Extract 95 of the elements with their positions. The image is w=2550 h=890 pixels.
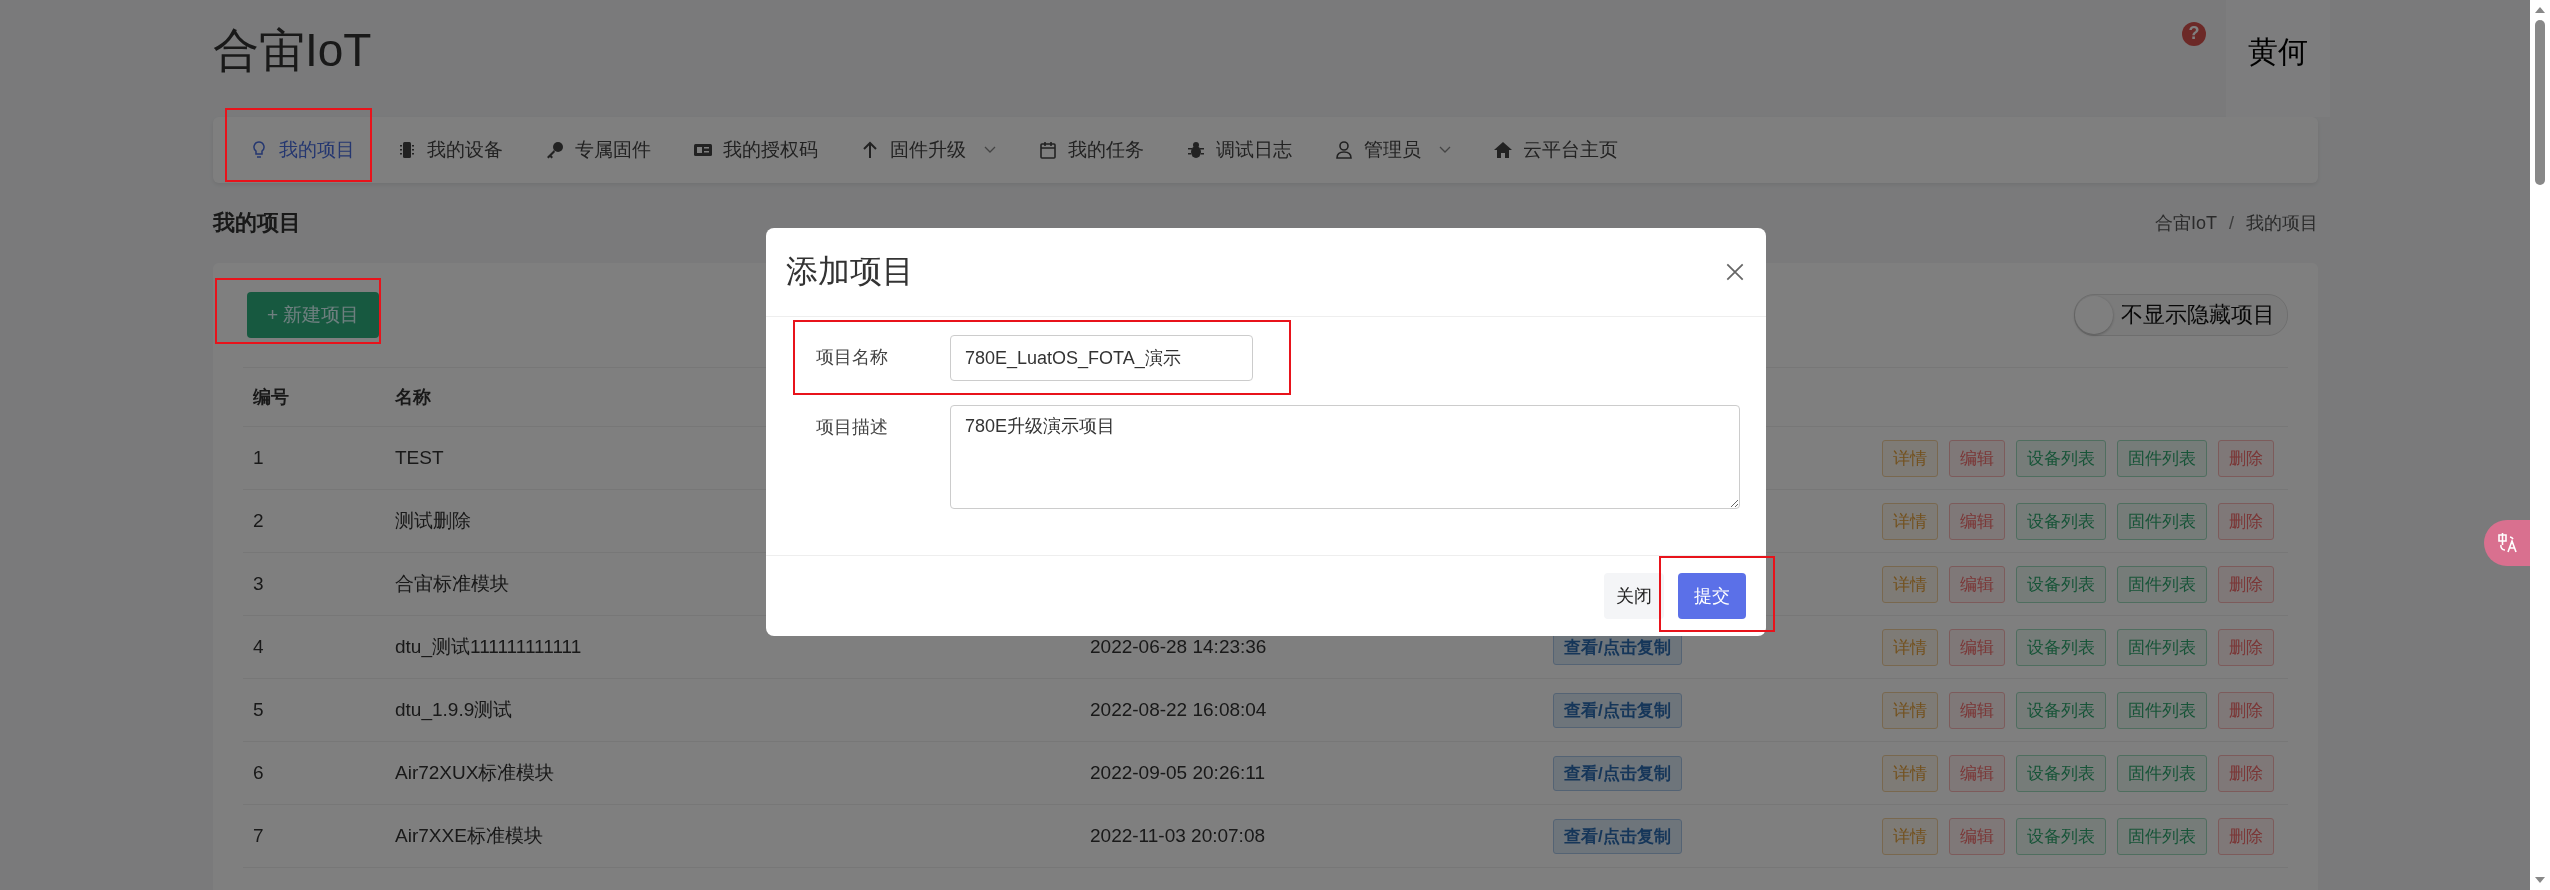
table-cell: 7 — [253, 825, 264, 847]
table-cell-text: Air72XUX标准模块 — [395, 761, 555, 785]
row-action-button[interactable]: 编辑 — [1949, 502, 2005, 540]
row-action-button[interactable]: 固件列表 — [2117, 565, 2207, 603]
row-action-button[interactable]: 详情 — [1882, 628, 1938, 666]
table-cell-text: 合宙标准模块 — [395, 572, 509, 596]
table-cell: 3 — [253, 573, 264, 595]
row-action-button[interactable]: 编辑 — [1949, 691, 2005, 729]
page-title: 我的项目 — [213, 209, 301, 237]
table-cell: 4 — [253, 636, 264, 658]
row-action-button[interactable]: 设备列表 — [2016, 817, 2106, 855]
calendar-icon — [1038, 140, 1058, 160]
row-action-button[interactable]: 删除 — [2218, 565, 2274, 603]
row-action-button[interactable]: 编辑 — [1949, 565, 2005, 603]
table-cell: 2 — [253, 510, 264, 532]
table-cell-text: 测试删除 — [395, 509, 471, 533]
row-action-button[interactable]: 详情 — [1882, 754, 1938, 792]
close-icon[interactable] — [1724, 261, 1746, 283]
new-project-button[interactable]: + 新建项目 — [247, 292, 380, 338]
scroll-up-icon[interactable] — [2534, 6, 2546, 14]
nav-tab[interactable]: 专属固件 — [529, 127, 667, 173]
row-action-button[interactable]: 固件列表 — [2117, 628, 2207, 666]
nav-tab[interactable]: 我的任务 — [1022, 127, 1160, 173]
nav-tab[interactable]: 我的授权码 — [677, 127, 834, 173]
scroll-thumb[interactable] — [2535, 20, 2545, 185]
row-action-button[interactable]: 设备列表 — [2016, 502, 2106, 540]
nav-tab[interactable]: 云平台主页 — [1477, 127, 1634, 173]
row-action-button[interactable]: 设备列表 — [2016, 565, 2106, 603]
table-cell: TEST — [395, 447, 444, 469]
row-action-button[interactable]: 删除 — [2218, 691, 2274, 729]
help-icon[interactable]: ? — [2182, 21, 2206, 46]
row-action-button[interactable]: 编辑 — [1949, 439, 2005, 477]
close-button[interactable]: 关闭 — [1604, 573, 1664, 619]
breadcrumb-item: 我的项目 — [2246, 212, 2318, 235]
row-action-button[interactable]: 固件列表 — [2117, 502, 2207, 540]
name-field[interactable]: 780E_LuatOS_FOTA_演示 — [950, 335, 1253, 381]
row-action-button[interactable]: 设备列表 — [2016, 628, 2106, 666]
breadcrumb-item[interactable]: 合宙IoT — [2154, 211, 2217, 235]
row-action-button[interactable]: 详情 — [1882, 502, 1938, 540]
field-label: 项目描述 — [816, 416, 889, 439]
row-action-button[interactable]: 详情 — [1882, 439, 1938, 477]
table-cell-text: dtu_测试111111111111 — [395, 635, 582, 660]
row-action-button[interactable]: 固件列表 — [2117, 691, 2207, 729]
home-icon — [1493, 140, 1513, 160]
translate-icon — [2495, 531, 2519, 555]
row-action-button[interactable]: 详情 — [1882, 565, 1938, 603]
table-cell: 2022-08-22 16:08:04 — [1090, 699, 1267, 721]
table-cell-text: Air7XXE标准模块 — [395, 824, 543, 848]
row-action-button[interactable]: 详情 — [1882, 817, 1938, 855]
scroll-down-icon[interactable] — [2534, 876, 2546, 884]
row-action-button[interactable]: 删除 — [2218, 817, 2274, 855]
row-action-button[interactable]: 设备列表 — [2016, 439, 2106, 477]
table-cell: 2022-09-05 20:26:11 — [1090, 762, 1266, 784]
row-action-button[interactable]: 编辑 — [1949, 754, 2005, 792]
table-cell: 1 — [253, 447, 264, 469]
row-action-button[interactable]: 设备列表 — [2016, 754, 2106, 792]
row-action-button[interactable]: 设备列表 — [2016, 691, 2106, 729]
nav-tab[interactable]: 管理员 — [1318, 127, 1467, 173]
chip-icon — [397, 140, 417, 160]
table-cell: 6 — [253, 762, 264, 784]
submit-button[interactable]: 提交 — [1678, 573, 1746, 619]
row-action-button[interactable]: 编辑 — [1949, 628, 2005, 666]
key-icon — [545, 140, 565, 160]
view-copy-button[interactable]: 查看/点击复制 — [1553, 755, 1682, 791]
table-cell-text: dtu_1.9.9测试 — [395, 698, 513, 723]
row-action-button[interactable]: 固件列表 — [2117, 439, 2207, 477]
column-header: 编号 — [253, 386, 289, 409]
row-action-button[interactable]: 详情 — [1882, 691, 1938, 729]
brand-title: 合宙IoT — [213, 23, 372, 78]
hide-toggle[interactable]: 不显示隐藏项目 — [2074, 294, 2288, 336]
scrollbar[interactable] — [2530, 0, 2550, 890]
row-action-button[interactable]: 固件列表 — [2117, 817, 2207, 855]
row-action-button[interactable]: 删除 — [2218, 502, 2274, 540]
row-action-button[interactable]: 删除 — [2218, 628, 2274, 666]
bug-icon — [1186, 140, 1206, 160]
row-action-button[interactable]: 固件列表 — [2117, 754, 2207, 792]
column-header: 名称 — [395, 386, 431, 409]
translate-button[interactable] — [2484, 520, 2530, 566]
field-label: 项目名称 — [816, 346, 889, 369]
view-copy-button[interactable]: 查看/点击复制 — [1553, 692, 1682, 728]
nav-tab[interactable]: 我的项目 — [233, 127, 371, 173]
row-action-button[interactable]: 删除 — [2218, 439, 2274, 477]
row-action-button[interactable]: 编辑 — [1949, 817, 2005, 855]
nav-tab[interactable]: 固件升级 — [844, 127, 1012, 173]
view-copy-button[interactable]: 查看/点击复制 — [1553, 818, 1682, 854]
table-cell: 5 — [253, 699, 264, 721]
breadcrumb-separator: / — [2229, 212, 2234, 234]
table-cell: 2022-11-03 20:07:08 — [1090, 825, 1266, 847]
user-icon — [1334, 140, 1354, 160]
description-field[interactable]: 780E升级演示项目 — [950, 405, 1740, 509]
nav-tab[interactable]: 我的设备 — [381, 127, 519, 173]
nav-tab[interactable]: 调试日志 — [1170, 127, 1308, 173]
dialog-title: 添加项目 — [786, 252, 914, 291]
row-action-button[interactable]: 删除 — [2218, 754, 2274, 792]
table-cell: 2022-06-28 14:23:36 — [1090, 636, 1267, 658]
